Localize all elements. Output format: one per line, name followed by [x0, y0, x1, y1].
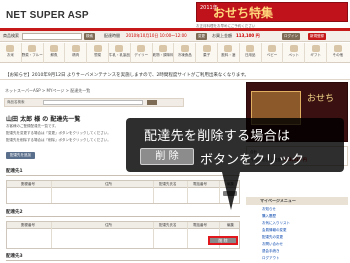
category-produce[interactable]: 野菜・フルーツ [22, 43, 44, 63]
category-gift[interactable]: ギフト [305, 43, 327, 63]
address-section-title: 配達先1 [6, 169, 23, 174]
header-name: 配達先氏名 [159, 223, 177, 227]
callout-pointer-arrow [222, 172, 240, 210]
product-search-input[interactable] [43, 100, 143, 105]
mypage-menu-title: マイページメニュー [260, 198, 296, 203]
rice-icon [6, 45, 15, 52]
category-other[interactable]: その他 [327, 43, 349, 63]
header-tel: 電話番号 [193, 182, 207, 186]
change-delivery-button[interactable]: 変更 [196, 33, 207, 40]
menu-item-history[interactable]: 購入履歴 [262, 214, 276, 219]
login-button[interactable]: ログイン [282, 33, 300, 40]
bottle-icon [224, 45, 233, 52]
total-value: 113,100 円 [236, 33, 260, 38]
address-section-title: 配達先2 [6, 210, 23, 215]
menu-item-logout[interactable]: ログアウト [262, 256, 280, 261]
milk-icon [115, 45, 124, 52]
delivery-time-label: 配達時間 [104, 33, 120, 38]
pet-icon [289, 45, 298, 52]
callout-line-1: 配達先を削除する場合は [144, 129, 291, 144]
callout-delete-sample: 削 除 [140, 148, 194, 165]
seasoning-icon [158, 45, 167, 52]
category-pet[interactable]: ペット [283, 43, 306, 63]
table-header-row: 郵便番号 住所 配達先氏名 電話番号 編集 [7, 181, 239, 188]
header-tel: 電話番号 [193, 223, 207, 227]
table-header-row: 郵便番号 住所 配達先氏名 電話番号 編集 [7, 222, 239, 229]
delete-button[interactable]: 削 除 [208, 236, 238, 245]
mypage-menu-header: マイページメニュー [246, 197, 348, 205]
category-deli[interactable]: 惣菜 [87, 43, 109, 63]
search-button[interactable]: 検索 [84, 33, 95, 40]
category-baby[interactable]: ベビー [262, 43, 284, 63]
page-description-1: お客様のご登録配達先一覧です。 [6, 124, 59, 128]
category-rice[interactable]: お米 [0, 43, 22, 63]
page-description-3: 配達先を削除する場合は「削除」ボタンをクリックしてください。 [6, 138, 111, 142]
instruction-callout: 配達先を削除する場合は 削 除 ボタンをクリック [126, 118, 344, 172]
search-label: 商品検索 [3, 33, 19, 38]
address-section-2-header: 配達先2 [6, 208, 240, 217]
product-search-button[interactable] [147, 100, 157, 105]
maintenance-notice: 【お知らせ】2010年9月12日 よりサーバメンテナンスを実施しますので、2時間… [5, 73, 249, 78]
delivery-time-value: 2010年10月10日 10:00～12:00 [126, 33, 187, 38]
category-daily[interactable]: デイリー [131, 43, 153, 63]
category-sweets[interactable]: 菓子 [196, 43, 218, 63]
menu-item-address[interactable]: 配達先の変更 [262, 235, 283, 240]
page-title: 山田 太郎 様 の 配達先一覧 [6, 116, 81, 123]
page-description-2: 配達先を変更する場合は「変更」ボタンをクリックしてください。 [6, 131, 111, 135]
more-icon [333, 45, 342, 52]
baby-icon [267, 45, 276, 52]
menu-item-profile[interactable]: 会員情報の変更 [262, 228, 287, 233]
callout-line-2: ボタンをクリック [200, 153, 305, 168]
total-label: お買上金額 [212, 33, 232, 38]
category-dairy[interactable]: 牛乳・乳製品 [109, 43, 131, 63]
banner-title: おせち特集 [213, 6, 274, 20]
address-table-1: 郵便番号 住所 配達先氏名 電話番号 編集 [6, 180, 240, 204]
daily-icon [137, 45, 146, 52]
breadcrumb[interactable]: ネットスーパーASP > MYページ > 配達先一覧 [5, 88, 90, 94]
fish-icon [49, 45, 58, 52]
header-postal: 郵便番号 [21, 223, 35, 227]
gift-icon [311, 45, 320, 52]
address-section-3-header: 配達先3 [6, 252, 240, 261]
header-name: 配達先氏名 [159, 182, 177, 186]
osechi-banner[interactable]: 2011年 おせち特集 [196, 2, 348, 22]
register-button[interactable]: 新規登録 [308, 33, 326, 40]
category-nav: お米 野菜・フルーツ 鮮魚 精肉 惣菜 牛乳・乳製品 デイリー 乾物・調味料 冷… [0, 43, 350, 63]
address-section-title: 配達先3 [6, 254, 23, 259]
frozen-icon [180, 45, 189, 52]
product-search-row: 商品名検索 [4, 98, 184, 107]
category-fish[interactable]: 鮮魚 [44, 43, 66, 63]
menu-item-contact[interactable]: お問い合わせ [262, 242, 283, 247]
header-edit: 編集 [227, 223, 234, 227]
menu-item-news[interactable]: お知らせ [262, 207, 276, 212]
header-address: 住所 [105, 182, 112, 186]
category-frozen[interactable]: 冷凍食品 [174, 43, 197, 63]
menu-item-withdraw[interactable]: 退会手続き [262, 249, 280, 254]
header-postal: 郵便番号 [21, 182, 35, 186]
category-drinks[interactable]: 飲料・酒 [218, 43, 240, 63]
search-input[interactable] [22, 33, 82, 40]
category-dry-goods[interactable]: 乾物・調味料 [153, 43, 175, 63]
menu-item-favorites[interactable]: お気に入りリスト [262, 221, 290, 226]
promo-title: おせち [307, 94, 335, 104]
header-address: 住所 [105, 223, 112, 227]
category-meat[interactable]: 精肉 [65, 43, 88, 63]
notice-divider [0, 79, 350, 80]
fruit-icon [28, 45, 37, 52]
household-icon [246, 45, 255, 52]
top-bar: 商品検索 検索 配達時間 2010年10月10日 10:00～12:00 変更 … [0, 31, 350, 42]
deli-icon [93, 45, 102, 52]
site-logo[interactable]: NET SUPER ASP [6, 10, 89, 21]
product-search-label: 商品名検索 [7, 100, 25, 104]
candy-icon [202, 45, 211, 52]
address-table-2: 郵便番号 住所 配達先氏名 電話番号 編集 [6, 221, 240, 249]
category-household[interactable]: 日用品 [240, 43, 262, 63]
meat-icon [71, 45, 80, 52]
add-address-button[interactable]: 配達先を追加 [6, 152, 35, 159]
